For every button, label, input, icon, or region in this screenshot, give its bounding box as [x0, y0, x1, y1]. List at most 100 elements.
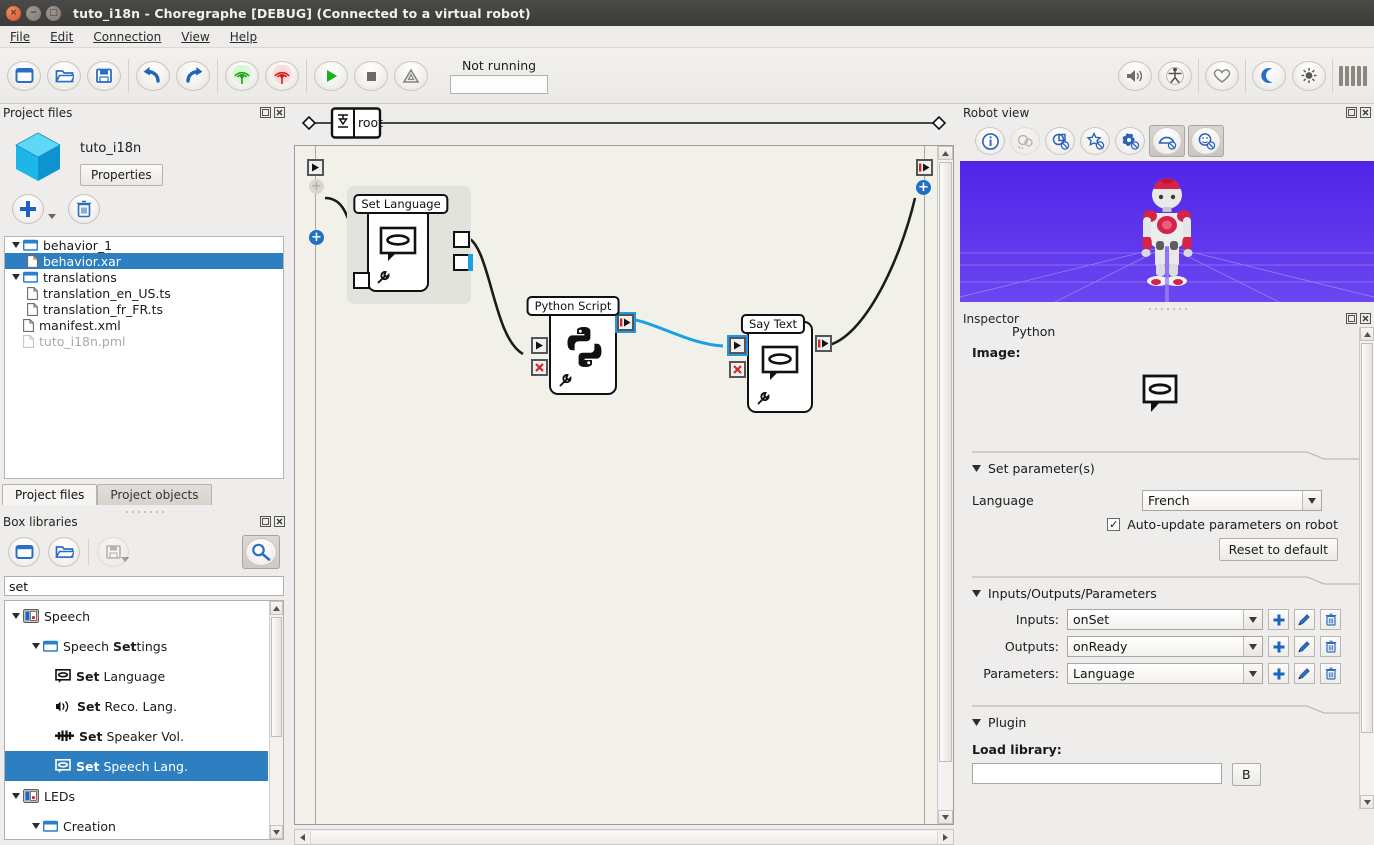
expand-caret[interactable]: [29, 823, 43, 829]
maximize-window-button[interactable]: □: [46, 5, 61, 21]
io-edit-button[interactable]: [1294, 636, 1315, 657]
memory-bars-icon[interactable]: [1339, 65, 1367, 86]
node-output-port-2[interactable]: [453, 254, 473, 271]
tab-project-files[interactable]: Project files: [2, 484, 98, 505]
auto-update-checkbox[interactable]: ✓: [1107, 518, 1121, 531]
scroll-thumb[interactable]: [939, 162, 952, 762]
project-tree-item[interactable]: translation_en_US.ts: [5, 285, 283, 301]
wakeup-button[interactable]: [1292, 60, 1326, 91]
scroll-down-button[interactable]: [270, 825, 283, 839]
new-library-button[interactable]: [8, 537, 40, 567]
robot-shapes-button[interactable]: [1115, 127, 1145, 155]
project-tree-item[interactable]: manifest.xml: [5, 317, 283, 333]
close-panel-icon[interactable]: [1359, 313, 1371, 325]
reset-to-default-button[interactable]: Reset to default: [1218, 538, 1338, 561]
tab-project-objects[interactable]: Project objects: [97, 484, 212, 505]
canvas-vscrollbar[interactable]: [937, 146, 953, 824]
rest-button[interactable]: [1252, 60, 1286, 91]
add-file-button[interactable]: [12, 194, 44, 224]
scroll-down-button[interactable]: [1360, 795, 1374, 809]
robot-faces-button[interactable]: [1191, 127, 1221, 155]
io-add-button[interactable]: [1268, 636, 1289, 657]
io-edit-button[interactable]: [1294, 609, 1315, 630]
io-delete-button[interactable]: [1320, 609, 1341, 630]
undock-icon[interactable]: [1345, 313, 1357, 325]
node-output-port-1[interactable]: [453, 231, 470, 248]
scroll-up-button[interactable]: [938, 146, 953, 160]
robot-markers-button[interactable]: [1080, 127, 1110, 155]
canvas-add-input[interactable]: +: [309, 230, 324, 245]
flow-node-python-script[interactable]: Python Script: [526, 296, 634, 395]
project-tree-item[interactable]: translations: [5, 269, 283, 285]
canvas-hscrollbar[interactable]: [294, 829, 954, 845]
expand-caret[interactable]: [9, 274, 23, 280]
node-output-port-ondone[interactable]: [815, 335, 832, 352]
robot-info-button[interactable]: [975, 127, 1005, 155]
load-library-input[interactable]: [972, 763, 1222, 784]
undock-icon[interactable]: [1345, 107, 1357, 119]
close-window-button[interactable]: ×: [6, 5, 21, 21]
io-row-select[interactable]: onSet: [1067, 609, 1263, 630]
menu-edit[interactable]: Edit: [40, 28, 83, 46]
volume-button[interactable]: [1118, 60, 1152, 91]
box-library-scrollbar[interactable]: [269, 601, 283, 839]
minimize-window-button[interactable]: −: [26, 5, 41, 21]
project-tree-item[interactable]: behavior_1: [5, 237, 283, 253]
io-edit-button[interactable]: [1294, 663, 1315, 684]
io-delete-button[interactable]: [1320, 636, 1341, 657]
node-output-port-onstopped[interactable]: [617, 314, 634, 331]
set-parameters-section-header[interactable]: Set parameter(s): [972, 461, 1348, 476]
box-library-item[interactable]: Creation: [5, 811, 268, 839]
close-panel-icon[interactable]: [1359, 107, 1371, 119]
robot-objects-button[interactable]: [1045, 127, 1075, 155]
io-delete-button[interactable]: [1320, 663, 1341, 684]
project-tree-item[interactable]: translation_fr_FR.ts: [5, 301, 283, 317]
io-add-button[interactable]: [1268, 609, 1289, 630]
io-row-select[interactable]: onReady: [1067, 636, 1263, 657]
plugin-section-header[interactable]: Plugin: [972, 715, 1348, 730]
node-input-port-onstart[interactable]: [729, 337, 746, 354]
undock-icon[interactable]: [259, 516, 271, 528]
box-library-item[interactable]: Set Speech Lang.: [5, 751, 268, 781]
play-button[interactable]: [314, 60, 348, 91]
run-status-field[interactable]: [450, 74, 548, 94]
autonomous-life-button[interactable]: [1205, 60, 1239, 91]
language-select[interactable]: French: [1142, 490, 1322, 511]
stop-button[interactable]: [354, 60, 388, 91]
add-file-dropdown-caret[interactable]: [48, 213, 56, 219]
connect-button[interactable]: [225, 60, 259, 91]
scroll-left-button[interactable]: [295, 830, 310, 844]
project-files-tree[interactable]: behavior_1 behavior.xar translations transl…: [4, 236, 284, 479]
browse-library-button[interactable]: B: [1232, 763, 1261, 786]
node-input-port-onstop[interactable]: [729, 361, 746, 378]
expand-caret[interactable]: [9, 242, 23, 248]
box-library-item[interactable]: Speech Settings: [5, 631, 268, 661]
menu-file[interactable]: File: [0, 28, 40, 46]
robot-sensors-button[interactable]: [1010, 127, 1040, 155]
undo-button[interactable]: [136, 60, 170, 91]
box-library-item[interactable]: Set Language: [5, 661, 268, 691]
project-tree-item[interactable]: behavior.xar: [5, 253, 283, 269]
scroll-up-button[interactable]: [270, 601, 283, 615]
scroll-up-button[interactable]: [1360, 327, 1374, 341]
box-library-item[interactable]: Set Speaker Vol.: [5, 721, 268, 751]
canvas-output-port[interactable]: [916, 159, 933, 176]
menu-view[interactable]: View: [171, 28, 219, 46]
close-panel-icon[interactable]: [273, 107, 285, 119]
delete-file-button[interactable]: [68, 194, 100, 224]
menu-connection[interactable]: Connection: [83, 28, 171, 46]
diagnosis-button[interactable]: [394, 60, 428, 91]
node-input-port-onstart[interactable]: [353, 272, 370, 289]
node-input-port-onstart[interactable]: [531, 337, 548, 354]
close-panel-icon[interactable]: [273, 516, 285, 528]
scroll-track[interactable]: [310, 830, 938, 844]
io-add-button[interactable]: [1268, 663, 1289, 684]
flow-canvas[interactable]: + + + Set Language Python Script Say Tex…: [294, 145, 954, 825]
open-library-button[interactable]: [48, 537, 80, 567]
undock-icon[interactable]: [259, 107, 271, 119]
node-body[interactable]: [549, 303, 617, 395]
scroll-thumb[interactable]: [1361, 343, 1373, 733]
robot-fov-button[interactable]: [1152, 127, 1182, 155]
io-section-header[interactable]: Inputs/Outputs/Parameters: [972, 586, 1348, 601]
node-input-port-onstop[interactable]: [531, 359, 548, 376]
